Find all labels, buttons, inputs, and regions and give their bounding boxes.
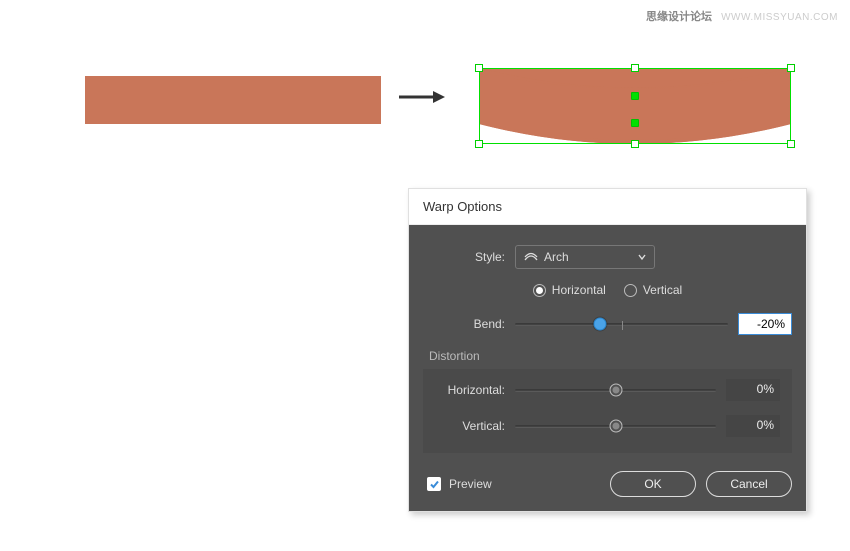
preview-label: Preview <box>449 477 492 491</box>
dialog-bottom-row: Preview OK Cancel <box>423 471 792 497</box>
chevron-down-icon <box>638 253 646 261</box>
distortion-vertical-slider[interactable] <box>515 416 716 436</box>
bend-slider[interactable] <box>515 314 728 334</box>
distortion-horizontal-thumb[interactable] <box>609 384 622 397</box>
bend-slider-thumb[interactable] <box>594 318 607 331</box>
selection-handle-bl[interactable] <box>475 140 483 148</box>
selection-handle-tm[interactable] <box>631 64 639 72</box>
check-icon <box>429 479 440 490</box>
distortion-horizontal-value[interactable]: 0% <box>726 379 780 401</box>
watermark-cn: 思缘设计论坛 <box>646 11 712 23</box>
bend-row: Bend: -20% <box>423 313 792 335</box>
warp-options-dialog: Warp Options Style: Arch Horizo <box>408 188 807 512</box>
selection-handle-tl[interactable] <box>475 64 483 72</box>
style-row: Style: Arch <box>423 245 792 269</box>
selection-handle-center-bottom[interactable] <box>631 119 639 127</box>
orientation-horizontal-label: Horizontal <box>552 283 606 297</box>
distortion-horizontal-row: Horizontal: 0% <box>423 379 780 401</box>
shape-after-selection[interactable] <box>479 68 791 144</box>
dialog-body: Style: Arch Horizontal <box>409 225 806 511</box>
dialog-buttons: OK Cancel <box>610 471 792 497</box>
distortion-vertical-value[interactable]: 0% <box>726 415 780 437</box>
arch-style-icon <box>524 252 538 262</box>
bend-label: Bend: <box>423 317 515 331</box>
selection-handle-tr[interactable] <box>787 64 795 72</box>
selection-handle-bm[interactable] <box>631 140 639 148</box>
ok-button[interactable]: OK <box>610 471 696 497</box>
selection-bounding-box[interactable] <box>479 68 791 144</box>
distortion-section-label: Distortion <box>429 349 792 363</box>
distortion-vertical-row: Vertical: 0% <box>423 415 780 437</box>
bend-value-input[interactable]: -20% <box>738 313 792 335</box>
style-dropdown[interactable]: Arch <box>515 245 655 269</box>
orientation-horizontal[interactable]: Horizontal <box>533 283 606 297</box>
orientation-vertical[interactable]: Vertical <box>624 283 682 297</box>
preview-checkbox[interactable] <box>427 477 441 491</box>
distortion-vertical-thumb[interactable] <box>609 420 622 433</box>
orientation-vertical-label: Vertical <box>643 283 682 297</box>
radio-vertical[interactable] <box>624 284 637 297</box>
arrow-icon <box>399 88 445 106</box>
watermark: 思缘设计论坛 WWW.MISSYUAN.COM <box>646 8 838 24</box>
radio-horizontal[interactable] <box>533 284 546 297</box>
distortion-vertical-label: Vertical: <box>423 419 515 433</box>
style-label: Style: <box>423 250 515 264</box>
preview-checkbox-wrap[interactable]: Preview <box>427 477 492 491</box>
slider-tick-center <box>622 321 623 330</box>
watermark-en: WWW.MISSYUAN.COM <box>721 12 838 23</box>
cancel-button[interactable]: Cancel <box>706 471 792 497</box>
distortion-section: Horizontal: 0% Vertical: 0% <box>423 369 792 453</box>
shape-before-rectangle <box>85 76 381 124</box>
style-value: Arch <box>544 250 569 264</box>
orientation-row: Horizontal Vertical <box>423 283 792 297</box>
dialog-title: Warp Options <box>409 189 806 225</box>
distortion-horizontal-label: Horizontal: <box>423 383 515 397</box>
selection-handle-br[interactable] <box>787 140 795 148</box>
distortion-horizontal-slider[interactable] <box>515 380 716 400</box>
selection-handle-center-top[interactable] <box>631 92 639 100</box>
